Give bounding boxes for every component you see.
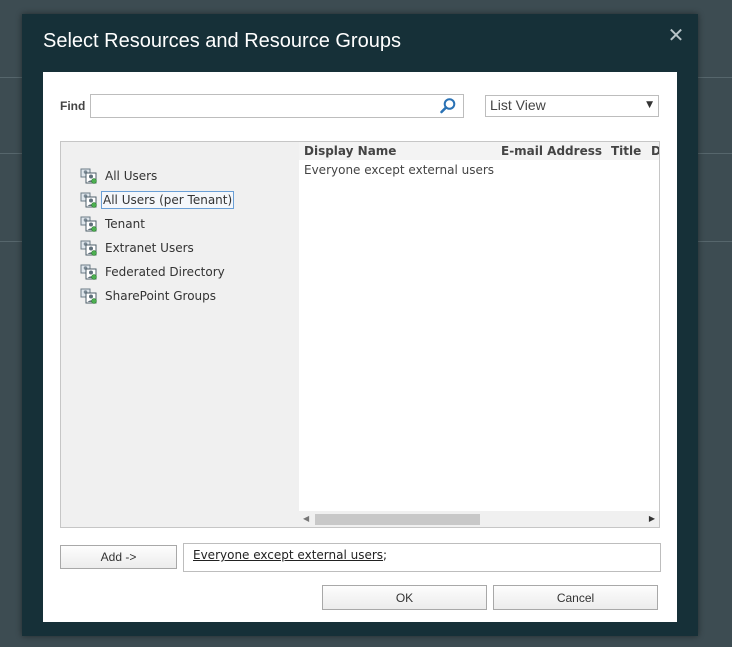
- scrollbar-thumb[interactable]: [315, 514, 480, 525]
- tree-item-label: All Users: [105, 169, 158, 183]
- table-row[interactable]: Everyone except external users: [299, 161, 659, 179]
- dialog-content: Find List View ▼ All Users All Users (per…: [43, 72, 677, 622]
- column-header-title[interactable]: Title: [611, 144, 641, 158]
- selected-entry-separator: ;: [383, 548, 388, 562]
- users-group-icon: [80, 288, 98, 304]
- column-header-email[interactable]: E-mail Address: [501, 144, 602, 158]
- users-group-icon: [80, 168, 98, 184]
- search-icon[interactable]: [439, 97, 457, 115]
- tree-item-label: Tenant: [105, 217, 145, 231]
- column-header-department[interactable]: D: [651, 144, 659, 158]
- horizontal-scrollbar[interactable]: ◀ ▶: [299, 511, 659, 527]
- scroll-right-icon[interactable]: ▶: [649, 514, 655, 523]
- selected-resources-field[interactable]: Everyone except external users;: [183, 543, 661, 572]
- view-select-value: List View: [490, 97, 546, 113]
- view-select[interactable]: List View ▼: [485, 95, 659, 117]
- tree-item-label: SharePoint Groups: [105, 289, 217, 303]
- users-group-icon: [80, 216, 98, 232]
- tree-item-label: All Users (per Tenant): [101, 191, 235, 209]
- column-header-display-name[interactable]: Display Name: [304, 144, 396, 158]
- result-display-name: Everyone except external users: [304, 163, 495, 177]
- tree-item-label: Federated Directory: [105, 265, 225, 279]
- find-label: Find: [60, 99, 86, 113]
- find-input[interactable]: [90, 94, 464, 118]
- add-button[interactable]: Add ->: [60, 545, 177, 569]
- users-group-icon: [80, 192, 98, 208]
- scroll-left-icon[interactable]: ◀: [303, 514, 309, 523]
- cancel-button[interactable]: Cancel: [493, 585, 658, 610]
- close-icon[interactable]: ✕: [666, 24, 686, 46]
- results-grid: Display Name E-mail Address Title D Ever…: [299, 141, 660, 528]
- directory-tree: All Users All Users (per Tenant) Tenant Ext…: [60, 141, 300, 528]
- users-group-icon: [80, 264, 98, 280]
- chevron-down-icon: ▼: [646, 100, 653, 110]
- select-resources-dialog: Select Resources and Resource Groups ✕ F…: [22, 14, 698, 636]
- ok-button[interactable]: OK: [322, 585, 487, 610]
- selected-entry-link[interactable]: Everyone except external users: [193, 548, 383, 562]
- selected-entry: Everyone except external users;: [193, 548, 387, 562]
- tree-item-label: Extranet Users: [105, 241, 194, 255]
- users-group-icon: [80, 240, 98, 256]
- dialog-title: Select Resources and Resource Groups: [43, 30, 401, 52]
- results-header: Display Name E-mail Address Title D: [299, 142, 659, 160]
